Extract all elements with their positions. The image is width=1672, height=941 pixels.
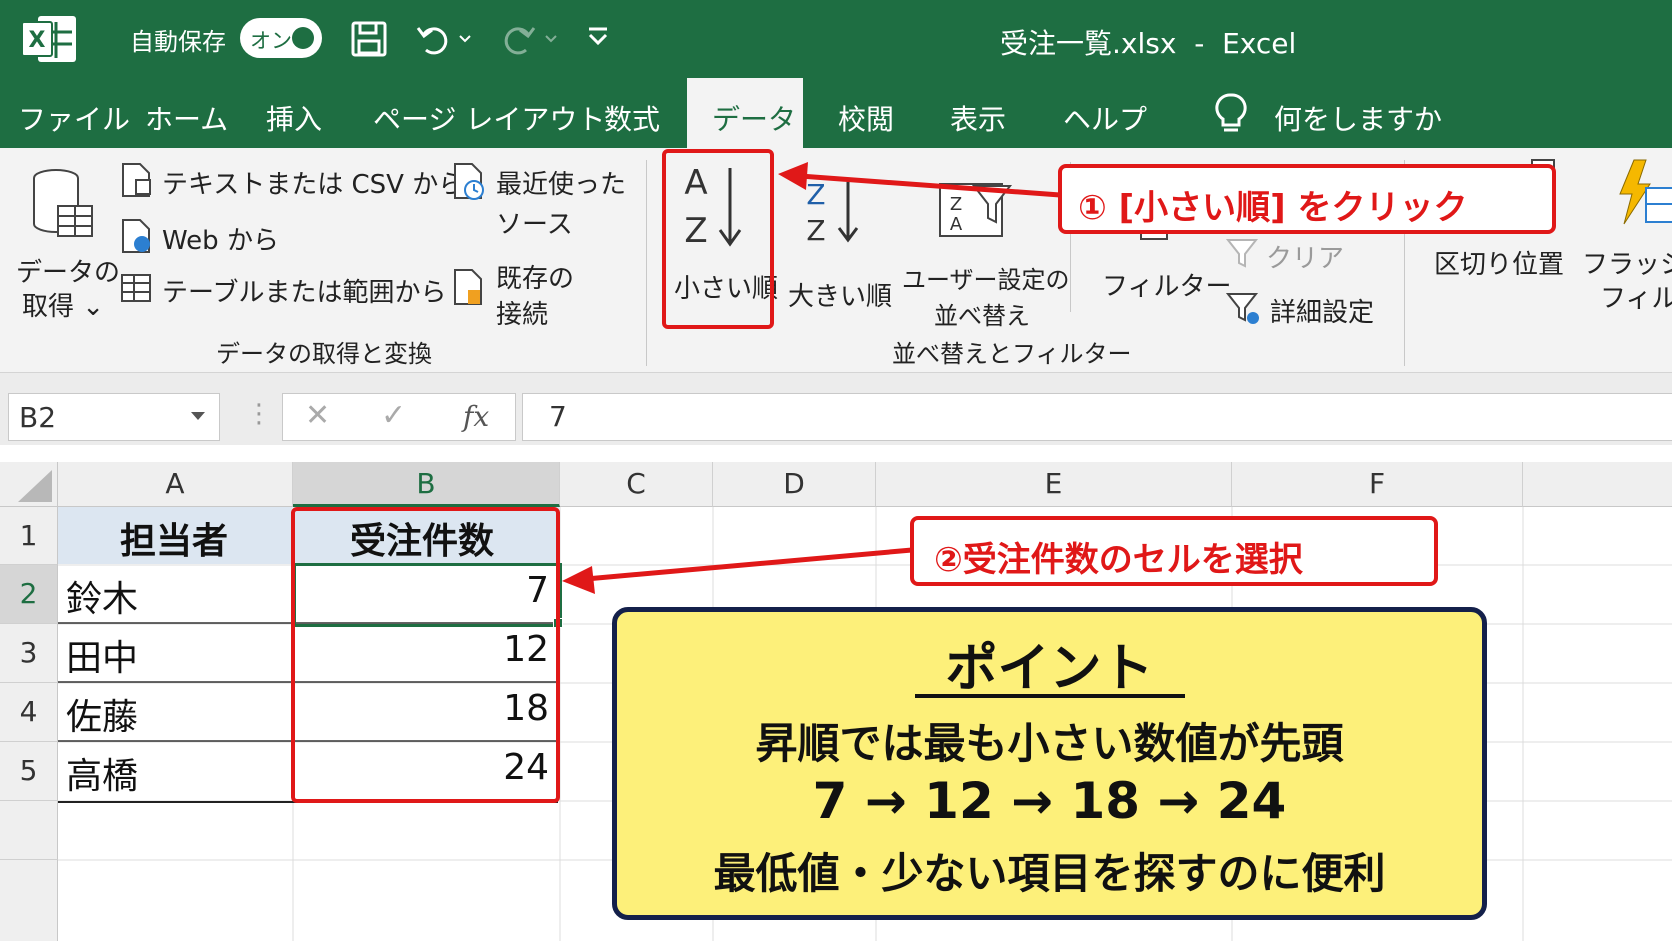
- step1-text: ① [小さい順] をクリック: [1078, 188, 1468, 228]
- step2-text: ②受注件数のセルを選択: [934, 540, 1303, 580]
- point-line-1: 昇順では最も小さい数値が先頭: [755, 719, 1344, 768]
- point-line-2: 7 → 12 → 18 → 24: [812, 772, 1287, 830]
- step1-callout: ① [小さい順] をクリック: [1058, 164, 1556, 234]
- point-title-underline: [915, 694, 1185, 698]
- point-title: ポイント: [945, 639, 1154, 699]
- step2-callout: ②受注件数のセルを選択: [910, 516, 1438, 586]
- point-box: ポイント 昇順では最も小さい数値が先頭 7 → 12 → 18 → 24 最低値…: [612, 607, 1487, 920]
- point-line-3: 最低値・少ない項目を探すのに便利: [713, 849, 1386, 898]
